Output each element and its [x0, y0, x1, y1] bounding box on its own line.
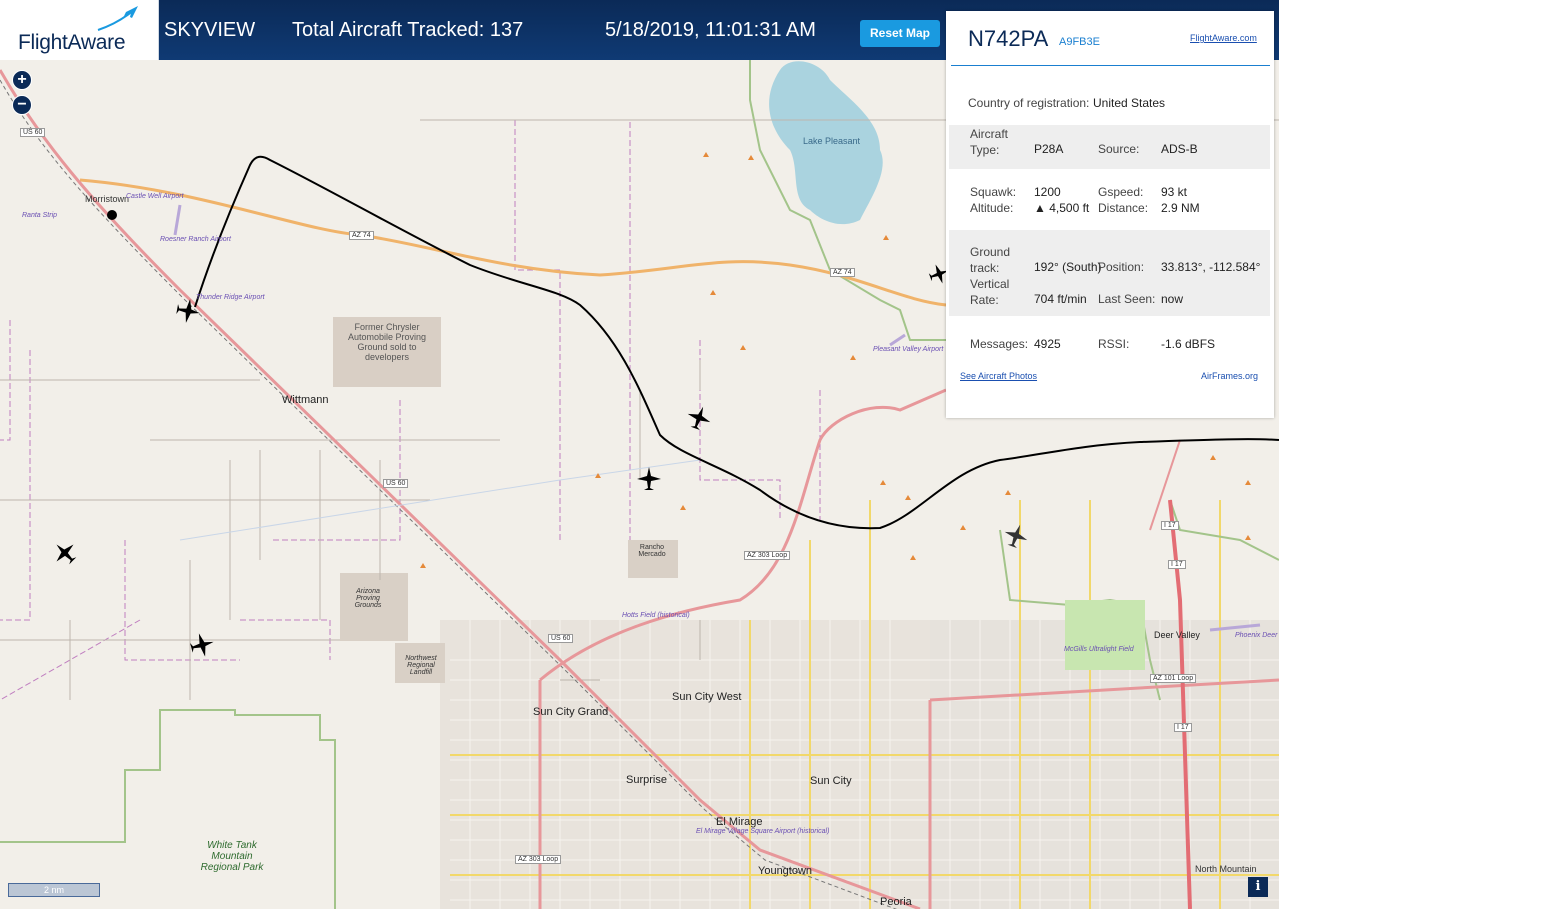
road-shield: AZ 101 Loop: [1150, 674, 1197, 683]
map-scale-bar: 2 nm: [8, 883, 100, 897]
zoom-out-button[interactable]: −: [12, 95, 32, 115]
park-label: White Tank Mountain Regional Park: [200, 840, 264, 873]
rssi-value: -1.6 dBFS: [1161, 337, 1216, 351]
road-shield: US 60: [20, 128, 46, 137]
airport-label: Hotts Field (historical): [622, 612, 690, 619]
airport-label: Ranta Strip: [22, 212, 58, 219]
aircraft-icon[interactable]: [189, 632, 215, 658]
aircraft-registration: N742PA: [968, 26, 1049, 51]
place-label: Surprise: [626, 774, 667, 786]
distance-label: Distance:: [1098, 201, 1149, 215]
info-icon[interactable]: i: [1248, 877, 1268, 897]
airport-label: Thunder Ridge Airport: [196, 294, 265, 301]
last-seen-label: Last Seen:: [1098, 292, 1156, 306]
road-shield: AZ 74: [349, 231, 374, 240]
aircraft-icon[interactable]: [1003, 523, 1029, 549]
aircraft-icon[interactable]: [636, 466, 662, 492]
aircraft-info-panel: N742PA A9FB3E FlightAware.com Country of…: [946, 11, 1274, 418]
country-label: Country of registration:: [968, 96, 1090, 110]
position-label: Position:: [1098, 260, 1145, 274]
source-value: ADS-B: [1161, 142, 1198, 156]
messages-label: Messages:: [970, 337, 1029, 351]
ground-track-value: 192° (South): [1034, 260, 1102, 274]
place-label: Former Chrysler Automobile Proving Groun…: [347, 322, 427, 362]
airport-label: McGills Ultralight Field: [1064, 646, 1134, 653]
reset-map-button[interactable]: Reset Map: [860, 20, 940, 47]
ground-track-label: Ground track:: [970, 245, 1011, 275]
aircraft-icon[interactable]: [52, 540, 78, 566]
airport-label: Castle Well Airport: [126, 193, 184, 200]
place-label: El Mirage: [716, 816, 763, 828]
place-label: Arizona Proving Grounds: [354, 588, 382, 609]
skyview-app: FlightAware SKYVIEW Total Aircraft Track…: [0, 0, 1279, 909]
place-label: Youngtown: [758, 865, 813, 877]
airport-label: Pleasant Valley Airport: [873, 346, 944, 353]
vertical-rate-value: 704 ft/min: [1034, 292, 1087, 306]
lake-label: Lake Pleasant: [803, 136, 861, 146]
last-seen-value: now: [1161, 292, 1184, 306]
country-value: United States: [1093, 96, 1166, 110]
aircraft-photos-link[interactable]: See Aircraft Photos: [960, 371, 1037, 381]
aircraft-hex-code: A9FB3E: [1059, 36, 1100, 48]
airport-label: Phoenix Deer Valley Airport: [1235, 632, 1279, 639]
road-shield: AZ 303 Loop: [515, 855, 562, 864]
track-row: Ground track: 192° (South) Position: 33.…: [949, 230, 1270, 316]
place-label: Sun City West: [672, 691, 742, 703]
gspeed-value: 93 kt: [1161, 185, 1188, 199]
road-shield: I 17: [1174, 723, 1192, 732]
logo-plane-icon: [97, 6, 138, 31]
place-label: Wittmann: [282, 394, 329, 406]
road-shield: I 17: [1168, 560, 1186, 569]
road-shield: AZ 74: [830, 268, 855, 277]
gspeed-label: Gspeed:: [1098, 185, 1144, 199]
aircraft-type-row: Aircraft Type: P28A Source: ADS-B: [949, 125, 1270, 169]
flightaware-link[interactable]: FlightAware.com: [1190, 33, 1257, 43]
rssi-label: RSSI:: [1098, 337, 1130, 351]
place-label: Deer Valley: [1154, 630, 1200, 640]
road-shield: US 60: [548, 634, 574, 643]
app-title: SKYVIEW: [164, 19, 256, 41]
total-aircraft-tracked: Total Aircraft Tracked: 137: [292, 19, 524, 41]
aircraft-icon-selected[interactable]: [175, 298, 201, 324]
flightaware-logo[interactable]: FlightAware: [0, 0, 159, 60]
distance-value: 2.9 NM: [1161, 201, 1200, 215]
squawk-value: 1200: [1034, 185, 1061, 199]
zoom-in-button[interactable]: +: [12, 70, 32, 90]
place-label: Peoria: [880, 896, 912, 908]
place-label: Sun City: [810, 775, 852, 787]
vertical-rate-label: Vertical Rate:: [970, 277, 1010, 307]
source-label: Source:: [1098, 142, 1140, 156]
panel-divider: [951, 65, 1270, 66]
road-shield: AZ 303 Loop: [744, 551, 791, 560]
place-label: Morristown: [85, 194, 130, 204]
place-label: Northwest Regional Landfill: [405, 655, 437, 676]
logo-text: FlightAware: [18, 31, 126, 54]
place-label: Rancho Mercado: [638, 544, 666, 558]
squawk-label: Squawk:: [970, 185, 1017, 199]
road-shield: I 17: [1161, 521, 1179, 530]
place-label: North Mountain: [1195, 864, 1257, 874]
position-value: 33.813°, -112.584°: [1161, 260, 1261, 274]
receiver-location-marker: [107, 210, 117, 220]
current-datetime: 5/18/2019, 11:01:31 AM: [605, 19, 816, 41]
aircraft-type-label: Aircraft Type:: [970, 127, 1009, 157]
altitude-label: Altitude:: [970, 201, 1014, 215]
altitude-value: ▲ 4,500 ft: [1034, 201, 1090, 215]
road-shield: US 60: [383, 479, 409, 488]
mcgills-field-area: [1065, 600, 1145, 670]
messages-value: 4925: [1034, 337, 1061, 351]
aircraft-type-value: P28A: [1034, 142, 1064, 156]
airport-label: Roesner Ranch Airport: [160, 236, 231, 243]
aircraft-icon[interactable]: [686, 405, 712, 431]
airport-label: El Mirage Village Square Airport (histor…: [696, 828, 829, 835]
place-label: Sun City Grand: [533, 706, 609, 718]
airframes-link[interactable]: AirFrames.org: [1201, 371, 1258, 381]
